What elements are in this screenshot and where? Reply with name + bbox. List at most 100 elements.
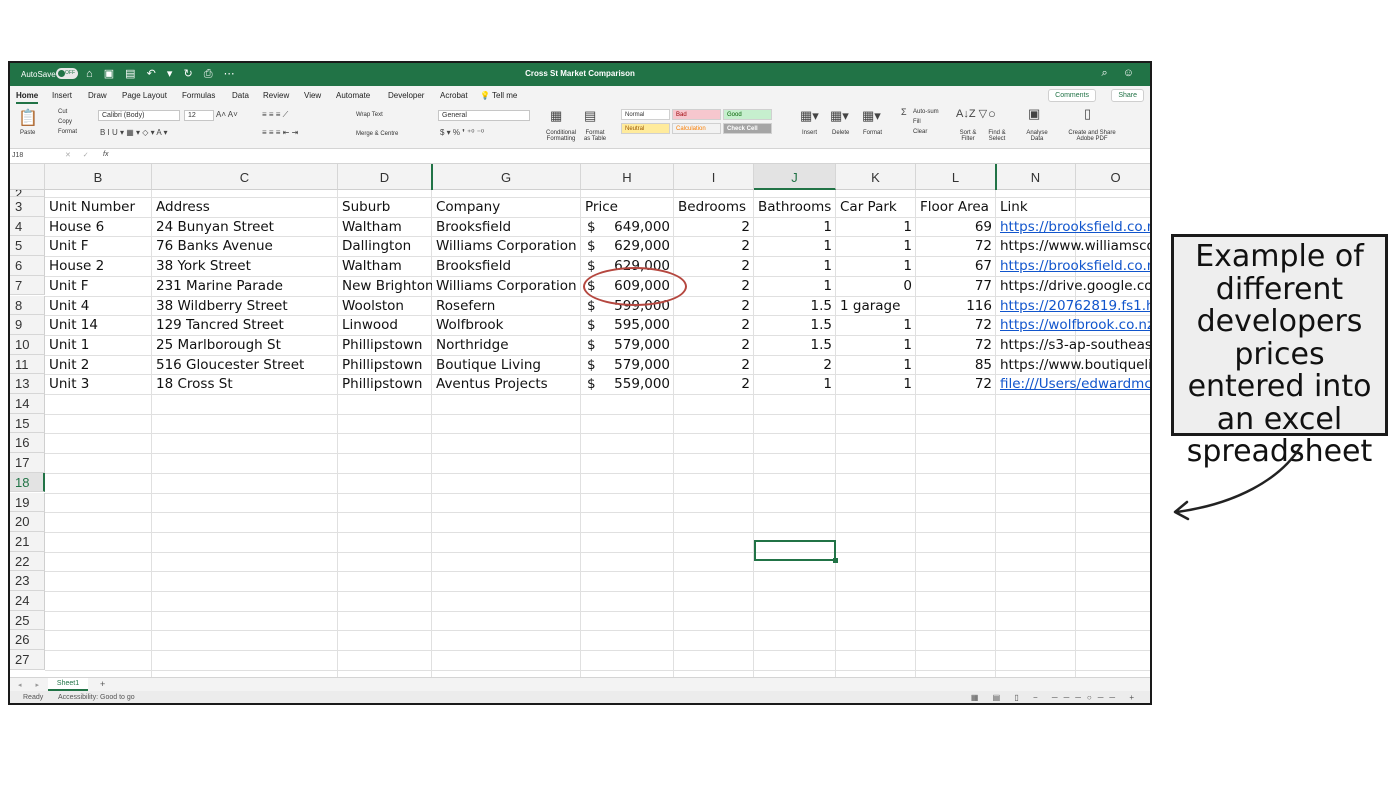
- unit-number-cell[interactable]: House 2: [45, 256, 152, 276]
- number-format-select[interactable]: General: [438, 110, 530, 121]
- row-header-24[interactable]: 24: [10, 591, 45, 611]
- floor-area-cell[interactable]: 85: [916, 355, 996, 375]
- floor-area-cell[interactable]: 72: [916, 236, 996, 256]
- tab-data[interactable]: Data: [232, 91, 249, 100]
- row-header-6[interactable]: 6: [10, 256, 45, 276]
- column-title-cell[interactable]: Unit Number: [45, 197, 152, 217]
- tab-insert[interactable]: Insert: [52, 91, 72, 100]
- tab-review[interactable]: Review: [263, 91, 289, 100]
- company-cell[interactable]: Brooksfield: [432, 217, 581, 237]
- bathrooms-cell[interactable]: 1: [754, 276, 836, 296]
- company-cell[interactable]: Williams Corporation: [432, 276, 581, 296]
- unit-number-cell[interactable]: Unit 1: [45, 335, 152, 355]
- car-park-cell[interactable]: 1: [836, 355, 916, 375]
- bedrooms-cell[interactable]: 2: [674, 296, 754, 316]
- sort-filter-icon[interactable]: A↓Z ▽: [956, 107, 987, 120]
- bedrooms-cell[interactable]: 2: [674, 217, 754, 237]
- link-cell[interactable]: https://brooksfield.co.nz/: [996, 256, 1150, 276]
- price-cell[interactable]: 579,000: [581, 335, 674, 355]
- row-header-16[interactable]: 16: [10, 433, 45, 454]
- paste-label[interactable]: Paste: [20, 130, 35, 136]
- price-cell[interactable]: 629,000: [581, 236, 674, 256]
- column-title-cell[interactable]: Bedrooms: [674, 197, 754, 217]
- car-park-cell[interactable]: 0: [836, 276, 916, 296]
- floor-area-cell[interactable]: 72: [916, 335, 996, 355]
- tab-acrobat[interactable]: Acrobat: [440, 91, 468, 100]
- row-header-18[interactable]: 18: [10, 472, 45, 493]
- bathrooms-cell[interactable]: 1: [754, 256, 836, 276]
- column-title-cell[interactable]: Company: [432, 197, 581, 217]
- tell-me-search[interactable]: Tell me: [492, 91, 517, 100]
- column-title-cell[interactable]: Address: [152, 197, 338, 217]
- suburb-cell[interactable]: Phillipstown: [338, 374, 432, 394]
- link-cell[interactable]: https://wolfbrook.co.nz/: [996, 315, 1150, 335]
- unit-number-cell[interactable]: Unit 3: [45, 374, 152, 394]
- price-cell[interactable]: 649,000: [581, 217, 674, 237]
- link-cell[interactable]: https://20762819.fs1.hub: [996, 296, 1150, 316]
- cancel-confirm-icons[interactable]: ✕ ✓: [65, 151, 94, 159]
- column-title-cell[interactable]: Suburb: [338, 197, 432, 217]
- style-good[interactable]: Good: [723, 109, 772, 120]
- address-cell[interactable]: 38 York Street: [152, 256, 338, 276]
- bathrooms-cell[interactable]: 1: [754, 374, 836, 394]
- font-grow-icon[interactable]: A˄ A˅: [216, 110, 238, 119]
- row-header-14[interactable]: 14: [10, 394, 45, 414]
- tab-developer[interactable]: Developer: [388, 91, 424, 100]
- price-cell[interactable]: 559,000: [581, 374, 674, 394]
- add-sheet-button[interactable]: +: [100, 679, 105, 689]
- floor-area-cell[interactable]: 72: [916, 315, 996, 335]
- car-park-cell[interactable]: 1: [836, 217, 916, 237]
- link-cell[interactable]: https://brooksfield.co.nz/: [996, 217, 1150, 237]
- bathrooms-cell[interactable]: 1.5: [754, 335, 836, 355]
- sort-filter-button[interactable]: Sort & Filter: [956, 130, 980, 142]
- bathrooms-cell[interactable]: 1: [754, 236, 836, 256]
- address-cell[interactable]: 18 Cross St: [152, 374, 338, 394]
- suburb-cell[interactable]: Woolston: [338, 296, 432, 316]
- company-cell[interactable]: Wolfbrook: [432, 315, 581, 335]
- column-title-cell[interactable]: Car Park: [836, 197, 916, 217]
- address-cell[interactable]: 24 Bunyan Street: [152, 217, 338, 237]
- bold-italic-underline-icons[interactable]: B I U ▾ ▦ ▾ ◇ ▾ A ▾: [100, 128, 168, 137]
- column-header-d[interactable]: D: [338, 164, 432, 190]
- row-header-2[interactable]: 2: [10, 190, 45, 197]
- bedrooms-cell[interactable]: 2: [674, 335, 754, 355]
- car-park-cell[interactable]: 1: [836, 335, 916, 355]
- unit-number-cell[interactable]: House 6: [45, 217, 152, 237]
- font-size-select[interactable]: 12: [184, 110, 214, 121]
- car-park-cell[interactable]: 1: [836, 236, 916, 256]
- suburb-cell[interactable]: Linwood: [338, 315, 432, 335]
- copy-button[interactable]: Copy: [58, 119, 72, 125]
- address-cell[interactable]: 516 Gloucester Street: [152, 355, 338, 375]
- column-title-cell[interactable]: Bathrooms: [754, 197, 836, 217]
- column-title-cell[interactable]: Floor Area: [916, 197, 996, 217]
- tab-view[interactable]: View: [304, 91, 321, 100]
- autosum-button[interactable]: Auto-sum: [913, 109, 939, 115]
- row-header-13[interactable]: 13: [10, 374, 45, 394]
- address-cell[interactable]: 76 Banks Avenue: [152, 236, 338, 256]
- share-button[interactable]: Share: [1111, 89, 1144, 102]
- paste-icon[interactable]: 📋: [18, 108, 38, 128]
- address-cell[interactable]: 129 Tancred Street: [152, 315, 338, 335]
- column-header-j[interactable]: J: [754, 164, 836, 190]
- bedrooms-cell[interactable]: 2: [674, 315, 754, 335]
- row-header-20[interactable]: 20: [10, 512, 45, 532]
- row-header-19[interactable]: 19: [10, 492, 45, 513]
- delete-cells-button[interactable]: Delete: [832, 130, 849, 136]
- row-header-11[interactable]: 11: [10, 354, 45, 375]
- style-bad[interactable]: Bad: [672, 109, 721, 120]
- price-cell[interactable]: 579,000: [581, 355, 674, 375]
- column-header-n[interactable]: N: [996, 164, 1076, 190]
- unit-number-cell[interactable]: Unit 14: [45, 315, 152, 335]
- company-cell[interactable]: Northridge: [432, 335, 581, 355]
- comments-button[interactable]: Comments: [1048, 89, 1096, 102]
- row-header-15[interactable]: 15: [10, 413, 45, 434]
- bathrooms-cell[interactable]: 1.5: [754, 315, 836, 335]
- analyse-data-button[interactable]: Analyse Data: [1024, 130, 1050, 142]
- bathrooms-cell[interactable]: 1.5: [754, 296, 836, 316]
- bedrooms-cell[interactable]: 2: [674, 236, 754, 256]
- company-cell[interactable]: Brooksfield: [432, 256, 581, 276]
- search-icon[interactable]: ⌕ ☺: [1102, 67, 1140, 80]
- unit-number-cell[interactable]: Unit F: [45, 236, 152, 256]
- font-name-select[interactable]: Calibri (Body): [98, 110, 180, 121]
- row-header-7[interactable]: 7: [10, 275, 45, 296]
